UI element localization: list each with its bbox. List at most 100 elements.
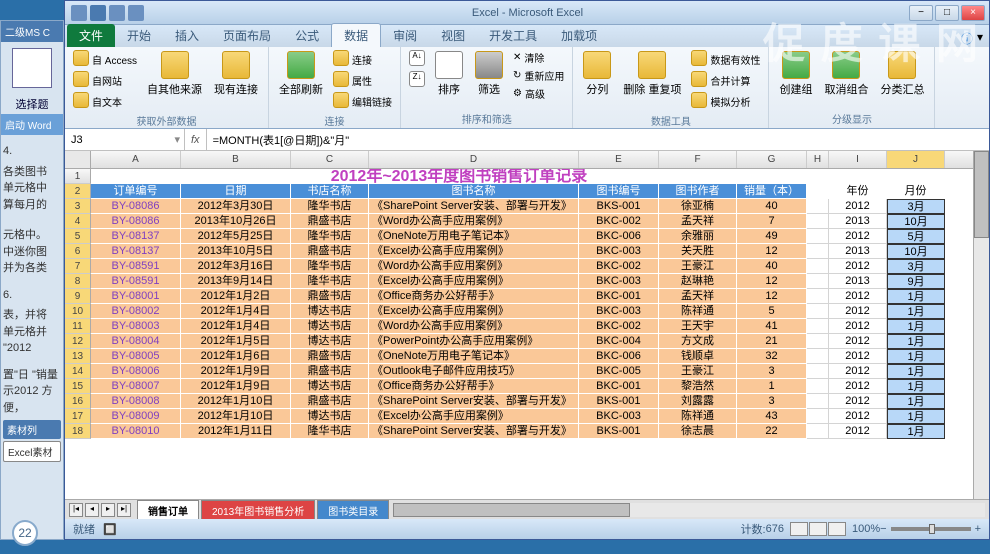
cell-book[interactable]: 《SharePoint Server安装、部署与开发》 — [369, 424, 579, 439]
tab-dev[interactable]: 开发工具 — [477, 24, 549, 47]
cell-id[interactable]: BY-08008 — [91, 394, 181, 409]
minimize-ribbon-icon[interactable]: ▾ — [977, 30, 983, 47]
cell-book[interactable]: 《Excel办公高手应用案例》 — [369, 409, 579, 424]
cell-date[interactable]: 2012年1月2日 — [181, 289, 291, 304]
cell-code[interactable]: BKC-003 — [579, 244, 659, 259]
close-button[interactable]: × — [961, 5, 985, 21]
cell-month[interactable]: 1月 — [887, 379, 945, 394]
tab-data[interactable]: 数据 — [331, 23, 381, 47]
col-header-I[interactable]: I — [829, 151, 887, 168]
sheet-tab-3[interactable]: 图书类目录 — [317, 500, 389, 520]
existing-conn-button[interactable]: 现有连接 — [210, 49, 262, 99]
maximize-button[interactable]: □ — [935, 5, 959, 21]
cell[interactable] — [807, 349, 829, 364]
cell-qty[interactable]: 40 — [737, 259, 807, 274]
cell-code[interactable]: BKC-001 — [579, 379, 659, 394]
cell-author[interactable]: 徐亚楠 — [659, 199, 737, 214]
cell-month[interactable]: 3月 — [887, 259, 945, 274]
tab-formula[interactable]: 公式 — [283, 24, 331, 47]
cell-date[interactable]: 2012年1月10日 — [181, 394, 291, 409]
cell[interactable] — [807, 424, 829, 439]
cell-qty[interactable]: 21 — [737, 334, 807, 349]
cell-store[interactable]: 鼎盛书店 — [291, 364, 369, 379]
row-header[interactable]: 14 — [65, 364, 91, 379]
cell-author[interactable]: 关天胜 — [659, 244, 737, 259]
filter-button[interactable]: 筛选 — [471, 49, 507, 99]
cell-store[interactable]: 博达书店 — [291, 334, 369, 349]
cell-book[interactable]: 《Office商务办公好帮手》 — [369, 289, 579, 304]
cell-author[interactable]: 陈祥通 — [659, 409, 737, 424]
properties-button[interactable]: 属性 — [331, 70, 394, 90]
save-icon[interactable] — [90, 5, 106, 21]
row-header[interactable]: 8 — [65, 274, 91, 289]
cell[interactable] — [807, 184, 829, 199]
cell-qty[interactable]: 49 — [737, 229, 807, 244]
tab-view[interactable]: 视图 — [429, 24, 477, 47]
cell[interactable] — [807, 409, 829, 424]
cell-month[interactable]: 1月 — [887, 289, 945, 304]
cell-year[interactable]: 2012 — [829, 409, 887, 424]
cell-book[interactable]: 《Word办公高手应用案例》 — [369, 214, 579, 229]
clear-filter-button[interactable]: ✕清除 — [511, 49, 566, 66]
cell-date[interactable]: 2012年1月6日 — [181, 349, 291, 364]
sheet-tab-2[interactable]: 2013年图书销售分析 — [201, 500, 315, 520]
sheet-tab-1[interactable]: 销售订单 — [137, 500, 199, 520]
cell-store[interactable]: 鼎盛书店 — [291, 244, 369, 259]
col-header-A[interactable]: A — [91, 151, 181, 168]
sort-asc-button[interactable]: A↓ — [407, 49, 427, 69]
hscroll-thumb[interactable] — [393, 503, 630, 517]
cell[interactable] — [807, 274, 829, 289]
row-header[interactable]: 18 — [65, 424, 91, 439]
cell-id[interactable]: BY-08010 — [91, 424, 181, 439]
cell[interactable] — [807, 214, 829, 229]
cell-year[interactable]: 2012 — [829, 349, 887, 364]
row-header[interactable]: 17 — [65, 409, 91, 424]
col-header-H[interactable]: H — [807, 151, 829, 168]
from-web-button[interactable]: 自网站 — [71, 70, 139, 90]
cell-id[interactable]: BY-08003 — [91, 319, 181, 334]
zoom-out-button[interactable]: − — [880, 523, 886, 535]
cell-year[interactable]: 2012 — [829, 379, 887, 394]
reapply-button[interactable]: ↻重新应用 — [511, 67, 566, 84]
sheet-nav-last[interactable]: ▸| — [117, 503, 131, 517]
cell-year[interactable]: 2012 — [829, 319, 887, 334]
consolidate-button[interactable]: 合并计算 — [689, 70, 762, 90]
fx-button[interactable]: fx — [185, 129, 207, 150]
cell-month[interactable]: 10月 — [887, 214, 945, 229]
cell-code[interactable]: BKC-004 — [579, 334, 659, 349]
cell-author[interactable]: 王豪江 — [659, 364, 737, 379]
cell-store[interactable]: 鼎盛书店 — [291, 349, 369, 364]
cell-date[interactable]: 2012年3月30日 — [181, 199, 291, 214]
row-header[interactable]: 3 — [65, 199, 91, 214]
cell-qty[interactable]: 12 — [737, 274, 807, 289]
cell-store[interactable]: 鼎盛书店 — [291, 394, 369, 409]
row-header[interactable]: 2 — [65, 184, 91, 199]
cell-qty[interactable]: 3 — [737, 364, 807, 379]
tab-layout[interactable]: 页面布局 — [211, 24, 283, 47]
row-header[interactable]: 10 — [65, 304, 91, 319]
tab-insert[interactable]: 插入 — [163, 24, 211, 47]
cell-date[interactable]: 2012年1月9日 — [181, 379, 291, 394]
cell-month[interactable]: 5月 — [887, 229, 945, 244]
cell-store[interactable]: 隆华书店 — [291, 199, 369, 214]
cell[interactable] — [807, 259, 829, 274]
formula-input[interactable]: =MONTH(表1[@日期])&"月" ↗ — [207, 132, 989, 148]
cell-date[interactable]: 2013年10月5日 — [181, 244, 291, 259]
cell-qty[interactable]: 43 — [737, 409, 807, 424]
sheet-nav-first[interactable]: |◂ — [69, 503, 83, 517]
cell[interactable] — [807, 364, 829, 379]
cell-store[interactable]: 隆华书店 — [291, 274, 369, 289]
cell-code[interactable]: BKC-006 — [579, 349, 659, 364]
cell-id[interactable]: BY-08137 — [91, 244, 181, 259]
cell-code[interactable]: BKS-001 — [579, 424, 659, 439]
cell-id[interactable]: BY-08009 — [91, 409, 181, 424]
tab-file[interactable]: 文件 — [67, 24, 115, 47]
col-header-E[interactable]: E — [579, 151, 659, 168]
cell-qty[interactable]: 12 — [737, 289, 807, 304]
cell-code[interactable]: BKS-001 — [579, 199, 659, 214]
cell[interactable] — [807, 289, 829, 304]
cell-month[interactable]: 1月 — [887, 424, 945, 439]
cell-store[interactable]: 博达书店 — [291, 319, 369, 334]
vscroll-thumb[interactable] — [974, 151, 989, 238]
cell[interactable] — [807, 229, 829, 244]
